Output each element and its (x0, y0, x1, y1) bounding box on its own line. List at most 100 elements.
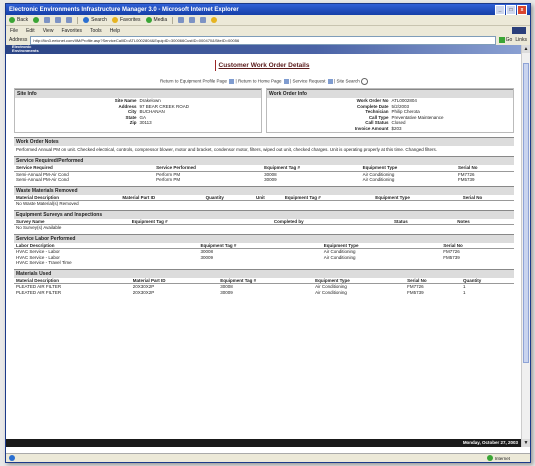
service-cell: Perform PM (156, 177, 181, 183)
waste-empty-message: No Waste Material(s) Removed (16, 201, 79, 207)
link-home-page[interactable]: Return to Home Page (238, 79, 282, 84)
scroll-down-arrow-icon[interactable]: ▼ (522, 439, 530, 447)
labor-cell: HVAC Service - Travel Time (16, 260, 72, 266)
equipment-profile-icon (229, 79, 235, 84)
labor-heading: Service Labor Performed (14, 233, 514, 243)
home-page-icon (283, 79, 289, 84)
materials-cell: 30009 (220, 289, 233, 295)
labor-cell (441, 260, 514, 266)
page-header: Customer Work Order Details Return to Eq… (6, 54, 522, 88)
search-icon (83, 17, 90, 23)
table-row: HVAC Service - Travel Time (14, 260, 514, 266)
minimize-button[interactable]: _ (495, 4, 505, 15)
edit-icon (200, 17, 207, 23)
toolbar-separator (77, 16, 79, 24)
work-order-info-heading: Work Order Info (267, 89, 513, 98)
service-cell: 30009 (264, 177, 277, 183)
notes-text: Performed Annual PM on unit. Checked ele… (16, 146, 437, 152)
service-request-icon (327, 79, 333, 84)
materials-heading: Materials Used (14, 268, 514, 278)
search-label: Search (91, 17, 107, 23)
menu-file[interactable]: File (10, 28, 18, 34)
browser-window: Electronic Environments Infrastructure M… (5, 3, 531, 463)
materials-cell: Air Conditioning (315, 289, 347, 295)
materials-cell: 1 (463, 289, 466, 295)
zone-label: Internet (494, 455, 510, 461)
edit-button[interactable] (200, 17, 207, 23)
materials-cell: 20X30X2P (132, 289, 155, 295)
forward-button[interactable] (33, 17, 40, 23)
maximize-button[interactable]: □ (506, 4, 516, 15)
nav-separator: | (235, 78, 237, 84)
back-button[interactable]: Back (9, 17, 28, 23)
folder-button[interactable] (211, 17, 218, 23)
surveys-empty-message: No Survey(s) Available (16, 225, 62, 231)
notes-heading: Work Order Notes (14, 136, 514, 146)
links-button[interactable]: Links (515, 37, 527, 43)
service-table: Service Required Service Performed Equipme… (14, 165, 514, 183)
menu-view[interactable]: View (43, 28, 54, 34)
link-site-search[interactable]: Site Search (336, 79, 359, 84)
wo_info-field-value: $203 (391, 125, 402, 131)
page-content: Electronic Environments Customer Work Or… (6, 45, 522, 447)
stop-icon (44, 17, 51, 23)
site_info-field-label: Zip (129, 120, 137, 126)
waste-section: Waste Materials Removed Material Descrip… (14, 185, 514, 207)
table-row: PLEATED AIR FILTER 20X30X2P 30009 Air Condi… (14, 290, 514, 296)
magnifier-icon (361, 78, 369, 85)
go-arrow-icon (498, 37, 505, 43)
address-input[interactable]: http://tkn3.eeicnet.com/IIM/Profile.asp?… (30, 35, 496, 45)
logo-line-2: Environments (12, 48, 39, 53)
internet-zone-icon (486, 455, 493, 461)
folder-icon (211, 17, 218, 23)
work-order-info-panel: Work Order Info Work Order No ATL0002804 C… (266, 88, 514, 133)
address-label: Address (9, 37, 28, 43)
refresh-button[interactable] (55, 17, 62, 23)
mail-button[interactable] (178, 17, 185, 23)
favorites-icon (111, 17, 118, 23)
info-panels: Site Info Site Name Drakelown Address 97 BE… (14, 88, 514, 133)
standard-toolbar: Back Search Favorites Media (6, 15, 530, 26)
go-label: Go (505, 37, 513, 43)
wo_info-field-label: Invoice Amount (354, 125, 389, 131)
service-section: Service Required/Performed Service Requi… (14, 156, 514, 183)
print-button[interactable] (189, 17, 196, 23)
materials-cell: FM5739 (407, 289, 424, 295)
labor-cell (198, 260, 321, 266)
labor-cell (322, 260, 442, 266)
surveys-heading: Equipment Surveys and Inspections (14, 209, 514, 219)
labor-section: Service Labor Performed Labor Descriptio… (14, 233, 514, 266)
materials-table: Material Description Material Part ID Equi… (14, 277, 514, 296)
close-button[interactable]: x (517, 4, 527, 15)
surveys-section: Equipment Surveys and Inspections Survey… (14, 209, 514, 231)
home-button[interactable] (66, 17, 73, 23)
forward-arrow-icon (33, 17, 40, 23)
media-button[interactable]: Media (145, 17, 168, 23)
work-order-notes-section: Work Order Notes Performed Annual PM on … (14, 136, 514, 154)
favorites-button[interactable]: Favorites (111, 17, 141, 23)
link-service-request[interactable]: Service Request (292, 79, 325, 84)
scrollbar-thumb[interactable] (523, 63, 529, 363)
site-info-fields: Site Name Drakelown Address 97 BEAR CREEK R… (15, 98, 261, 126)
labor-table: Labor Description Equipment Tag # Equipmen… (14, 242, 514, 266)
window-title: Electronic Environments Infrastructure M… (9, 6, 239, 13)
scroll-up-arrow-icon[interactable]: ▲ (522, 45, 530, 53)
date-bar: Monday, October 27, 2003 (6, 439, 522, 447)
home-icon (66, 17, 73, 23)
site-banner: Electronic Environments (6, 45, 522, 54)
stop-button[interactable] (44, 17, 51, 23)
status-bar: Internet (6, 453, 530, 462)
media-label: Media (153, 17, 168, 23)
menu-help[interactable]: Help (110, 28, 120, 34)
go-button[interactable]: Go (498, 37, 513, 43)
table-row: Semi-Annual PM-Air Cond Perform PM 30009 Ai… (14, 177, 514, 183)
menu-edit[interactable]: Edit (26, 28, 35, 34)
vertical-scrollbar[interactable]: ▲ ▼ (521, 45, 530, 447)
site-info-heading: Site Info (15, 89, 261, 98)
link-equipment-profile[interactable]: Return to Equipment Profile Page (160, 79, 227, 84)
print-icon (189, 17, 196, 23)
menu-favorites[interactable]: Favorites (61, 28, 82, 34)
site_info-field-value: 30113 (139, 120, 152, 126)
menu-tools[interactable]: Tools (90, 28, 102, 34)
search-button[interactable]: Search (83, 17, 107, 23)
